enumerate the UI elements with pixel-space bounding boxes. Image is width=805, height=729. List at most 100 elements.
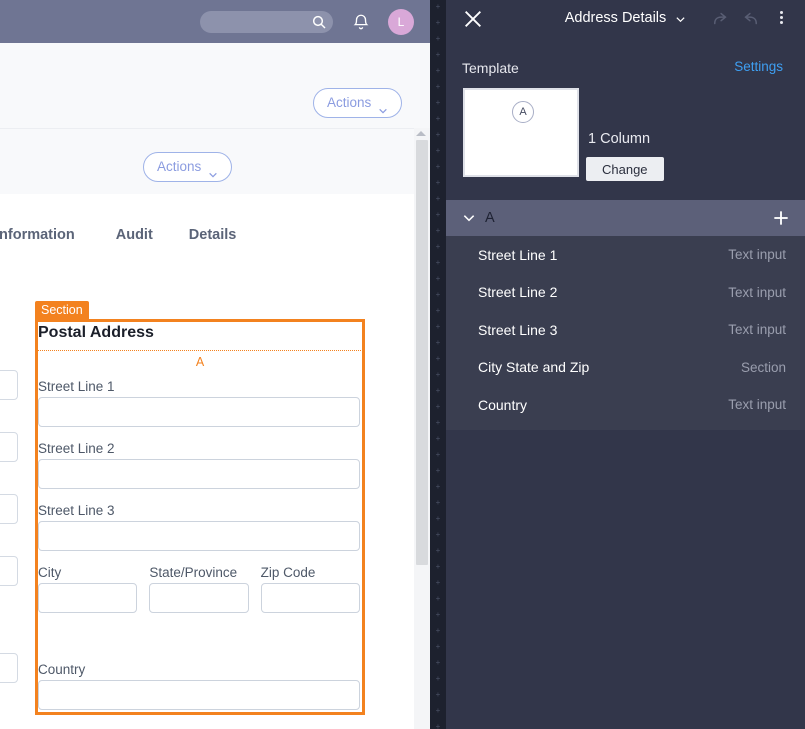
divider-grip-dot: + [435, 274, 441, 283]
record-header-band: Actions [0, 43, 420, 145]
field-list-item[interactable]: Street Line 1 Text input [446, 236, 805, 274]
left-app-region: L Actions Actions Information Audit Deta… [0, 0, 430, 729]
search-icon[interactable] [311, 14, 327, 30]
left-column-input[interactable] [0, 556, 18, 586]
field-item-label: Street Line 1 [478, 246, 558, 263]
redo-icon[interactable] [710, 10, 729, 29]
divider-grip-dot: + [435, 146, 441, 155]
divider-grip-dot: + [435, 514, 441, 523]
close-icon[interactable] [462, 8, 484, 30]
field-label: Street Line 2 [38, 441, 115, 456]
divider-grip-dot: + [435, 194, 441, 203]
form-designer-panel: Address Details Template Settings A 1 Co… [446, 0, 805, 729]
actions-button-record[interactable]: Actions [143, 152, 233, 182]
divider-grip-dot: + [435, 674, 441, 683]
field-item-type: Text input [728, 397, 786, 413]
field-zip-code: Zip Code [260, 565, 360, 613]
left-column-input[interactable] [0, 494, 18, 524]
field-city: City [38, 565, 138, 613]
field-group-header[interactable]: A [446, 200, 805, 236]
tab-audit[interactable]: Audit [116, 227, 153, 243]
scrollbar-thumb[interactable] [416, 140, 428, 565]
divider-grip-dot: + [435, 50, 441, 59]
field-list-item[interactable]: Street Line 2 Text input [446, 274, 805, 312]
change-template-button[interactable]: Change [586, 157, 664, 181]
record-tabs: Information Audit Details [0, 222, 236, 248]
divider-grip-dot: + [435, 258, 441, 267]
field-list-item[interactable]: City State and Zip Section [446, 349, 805, 387]
chevron-down-icon[interactable] [675, 13, 686, 24]
divider-grip-dot: + [435, 626, 441, 635]
divider-grip-dot: + [435, 610, 441, 619]
divider-grip-dot: + [435, 98, 441, 107]
section-type-tag: Section [35, 301, 89, 320]
zip-code-input[interactable] [260, 583, 360, 613]
divider-grip-dot: + [435, 386, 441, 395]
divider-grip-dot: + [435, 2, 441, 11]
field-item-label: Country [478, 396, 528, 413]
chevron-down-icon [208, 162, 218, 178]
plus-icon[interactable] [771, 208, 791, 228]
template-label: Template [462, 60, 519, 76]
section-inner-region: A Street Line 1 Street Line 2 Street Lin… [37, 350, 363, 713]
divider-grip-dot: + [435, 34, 441, 43]
divider-grip-dot: + [435, 418, 441, 427]
field-item-type: Section [740, 359, 786, 375]
field-item-type: Text input [728, 247, 786, 263]
actions-button-top-label: Actions [327, 95, 372, 110]
divider-grip-dot: + [435, 18, 441, 27]
field-state-province: State/Province [149, 565, 249, 613]
field-list: A Street Line 1 Text input Street Line 2… [446, 200, 805, 430]
field-item-label: Street Line 3 [478, 321, 558, 338]
divider-grip-dot: + [435, 226, 441, 235]
undo-icon[interactable] [742, 10, 761, 29]
divider-grip-dot: + [435, 162, 441, 171]
section-editor-box[interactable]: Postal Address A Street Line 1 Street Li… [35, 319, 365, 715]
street-line-3-input[interactable] [38, 521, 360, 551]
divider-grip-dot: + [435, 338, 441, 347]
section-title: Postal Address [38, 324, 154, 341]
field-label: State/Province [149, 565, 238, 580]
divider-grip-dot: + [435, 370, 441, 379]
settings-link[interactable]: Settings [734, 59, 783, 74]
actions-button-top[interactable]: Actions [313, 88, 403, 118]
chevron-down-icon[interactable] [462, 211, 476, 225]
record-toolbar-band: Actions [0, 128, 420, 194]
section-inner-marker: A [195, 355, 205, 369]
divider-grip-dot: + [435, 658, 441, 667]
chevron-down-icon [378, 98, 388, 114]
vertical-scrollbar[interactable] [414, 128, 430, 729]
field-group-name: A [485, 210, 495, 226]
scroll-up-arrow-icon[interactable] [416, 131, 426, 136]
divider-grip-dot: + [435, 450, 441, 459]
actions-button-record-label: Actions [157, 159, 202, 174]
left-column-input[interactable] [0, 432, 18, 462]
city-state-zip-row: City State/Province Zip Code [38, 565, 360, 613]
divider-grip-dot: + [435, 114, 441, 123]
field-list-item[interactable]: Country Text input [446, 386, 805, 424]
column-count-label: 1 Column [588, 131, 651, 147]
avatar[interactable]: L [388, 9, 414, 35]
country-input[interactable] [38, 680, 360, 710]
field-label: City [38, 565, 62, 580]
field-list-item[interactable]: Street Line 3 Text input [446, 311, 805, 349]
state-province-input[interactable] [149, 583, 249, 613]
city-input[interactable] [38, 583, 138, 613]
more-options-icon[interactable] [773, 9, 789, 29]
tab-details[interactable]: Details [189, 227, 237, 243]
divider-grip-dot: + [435, 402, 441, 411]
template-thumbnail[interactable]: A [463, 88, 579, 177]
app-screenshot: L Actions Actions Information Audit Deta… [0, 0, 805, 729]
divider-grip-dot: + [435, 66, 441, 75]
panel-resize-divider[interactable]: + + + + + + + + + + + + + + + + + + + + + + + + + + + + + + + + + + + + + + + +… [430, 0, 446, 729]
divider-grip-dot: + [435, 242, 441, 251]
divider-grip-dot: + [435, 690, 441, 699]
left-column-input[interactable] [0, 653, 18, 683]
tab-information[interactable]: Information [0, 227, 75, 243]
street-line-2-input[interactable] [38, 459, 360, 489]
street-line-1-input[interactable] [38, 397, 360, 427]
divider-grip-dot: + [435, 466, 441, 475]
field-label: Street Line 1 [38, 379, 115, 394]
left-column-input[interactable] [0, 370, 18, 400]
notifications-bell-icon[interactable] [352, 13, 370, 31]
